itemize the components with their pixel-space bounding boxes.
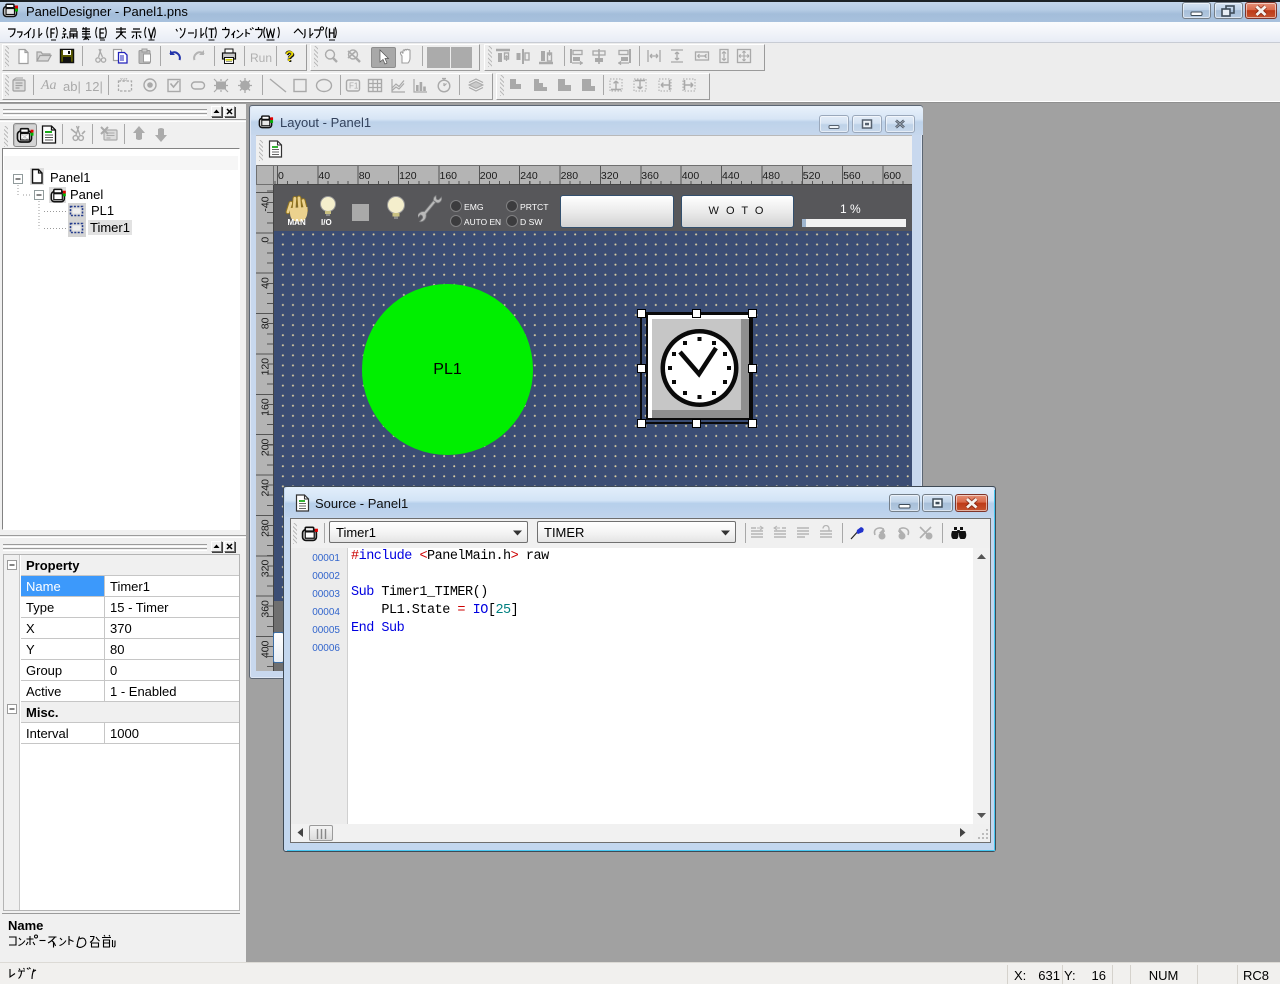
svg-text:I/O: I/O (321, 218, 332, 226)
svg-text:440: 440 (722, 170, 740, 182)
svg-text:160: 160 (260, 398, 272, 416)
svg-text:480: 480 (762, 170, 780, 182)
svg-text:EMG: EMG (464, 202, 484, 212)
svg-text:40: 40 (318, 170, 330, 182)
svg-text:120: 120 (260, 358, 272, 376)
svg-text:240: 240 (260, 479, 272, 497)
svg-text:40: 40 (260, 277, 272, 289)
svg-text:0: 0 (260, 237, 272, 243)
svg-text:MAN: MAN (288, 218, 306, 226)
svg-text:-40: -40 (260, 196, 272, 211)
svg-text:xyz: xyz (120, 77, 128, 83)
svg-text:320: 320 (260, 560, 272, 578)
svg-text:200: 200 (260, 438, 272, 456)
svg-text:80: 80 (359, 170, 371, 182)
svg-text:360: 360 (641, 170, 659, 182)
svg-text:400: 400 (260, 640, 272, 658)
svg-text:F1: F1 (349, 82, 359, 91)
svg-text:D SW: D SW (520, 217, 543, 227)
svg-text:PRTCT: PRTCT (520, 202, 549, 212)
svg-text:160: 160 (440, 170, 458, 182)
svg-text:200: 200 (480, 170, 498, 182)
svg-text:520: 520 (803, 170, 821, 182)
svg-text:320: 320 (601, 170, 619, 182)
svg-text:0: 0 (278, 170, 284, 182)
svg-text:120: 120 (399, 170, 417, 182)
svg-text:600: 600 (884, 170, 902, 182)
svg-text:360: 360 (260, 600, 272, 618)
svg-text:280: 280 (561, 170, 579, 182)
svg-text:240: 240 (520, 170, 538, 182)
svg-text:80: 80 (260, 317, 272, 329)
svg-text:560: 560 (843, 170, 861, 182)
svg-text:400: 400 (682, 170, 700, 182)
svg-text:280: 280 (260, 519, 272, 537)
svg-text:AUTO EN: AUTO EN (464, 217, 501, 227)
